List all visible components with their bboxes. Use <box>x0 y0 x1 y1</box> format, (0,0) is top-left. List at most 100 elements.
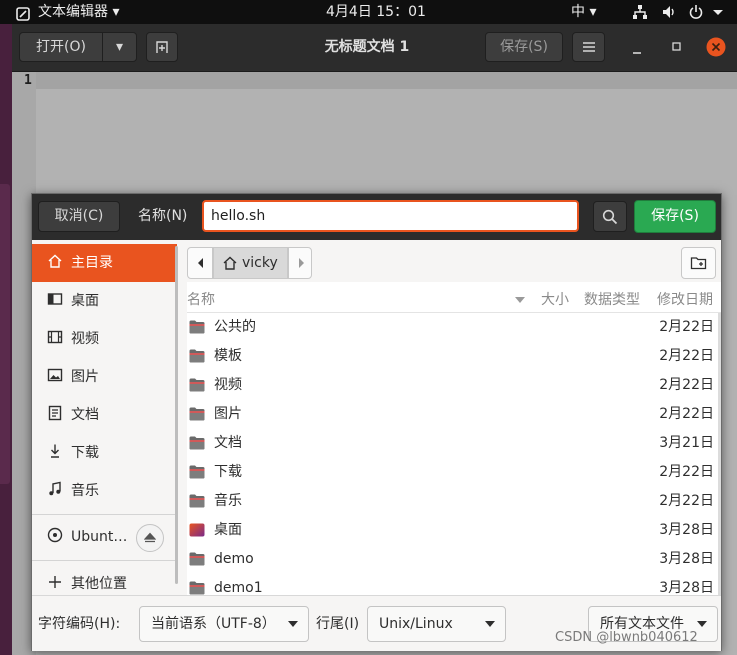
open-button[interactable]: 打开(O) <box>19 32 103 62</box>
filename-label: 名称(N) <box>138 208 188 224</box>
open-recent-dropdown[interactable]: ▾ <box>102 32 137 62</box>
file-name: 图片 <box>214 406 242 422</box>
hamburger-menu-button[interactable] <box>572 32 605 62</box>
pane-separator[interactable] <box>180 240 187 595</box>
line-ending-select[interactable]: Unix/Linux <box>367 606 506 642</box>
folder-icon <box>189 581 205 595</box>
file-row[interactable]: 桌面 3月28日 <box>187 516 721 545</box>
path-bar: vicky <box>187 240 721 282</box>
file-modified-date: 2月22日 <box>659 377 714 393</box>
sidebar-item-documents[interactable]: 文档 <box>32 396 177 434</box>
sidebar-item-videos[interactable]: 视频 <box>32 320 177 358</box>
text-area[interactable] <box>36 72 737 89</box>
maximize-button[interactable] <box>667 37 687 57</box>
app-menu[interactable]: 文本编辑器 ▾ <box>38 0 119 24</box>
folder-icon <box>189 552 205 566</box>
sidebar-item-home[interactable]: 主目录 <box>32 244 177 282</box>
encoding-label: 字符编码(H): <box>38 616 121 632</box>
text-editor-app-icon <box>16 5 30 21</box>
file-row[interactable]: 下载 2月22日 <box>187 458 721 487</box>
clock[interactable]: 4月4日 15：01 <box>326 0 426 24</box>
file-row[interactable]: 音乐 2月22日 <box>187 487 721 516</box>
file-row[interactable]: 模板 2月22日 <box>187 342 721 371</box>
folder-icon <box>189 494 205 508</box>
search-icon <box>602 209 618 225</box>
file-row[interactable]: 视频 2月22日 <box>187 371 721 400</box>
column-size[interactable]: 大小 <box>541 288 569 312</box>
eject-button[interactable] <box>136 524 164 552</box>
file-browser: vicky 名称 大小 数据类型 修改日期 公共的 2月22日 模板 2月22日 视频 2… <box>187 240 721 596</box>
close-button[interactable] <box>706 37 726 57</box>
file-modified-date: 2月22日 <box>659 464 714 480</box>
search-button[interactable] <box>593 201 627 232</box>
input-method-caret-icon: ▾ <box>589 4 597 20</box>
input-method-menu[interactable]: 中 ▾ <box>571 0 596 24</box>
picture-icon <box>47 360 63 382</box>
power-icon[interactable] <box>688 4 704 20</box>
path-forward-button[interactable] <box>288 247 312 279</box>
watermark: CSDN @lbwnb040612 <box>555 630 698 645</box>
path-back-button[interactable] <box>187 247 213 279</box>
document-icon <box>47 398 63 421</box>
encoding-select[interactable]: 当前语系（UTF-8） <box>139 606 309 642</box>
new-tab-button[interactable] <box>146 32 178 62</box>
column-header-row: 名称 大小 数据类型 修改日期 <box>187 288 721 313</box>
file-row[interactable]: demo 3月28日 <box>187 545 721 574</box>
chevron-left-icon <box>198 258 203 268</box>
filename-input[interactable] <box>202 200 579 232</box>
column-name[interactable]: 名称 <box>187 288 215 312</box>
file-row[interactable]: 文档 3月21日 <box>187 429 721 458</box>
chevron-down-icon: ▾ <box>115 39 124 55</box>
file-list-scrollbar[interactable] <box>718 313 721 595</box>
desktop-icon <box>47 284 63 305</box>
file-modified-date: 3月28日 <box>659 522 714 538</box>
eject-icon <box>144 532 156 543</box>
volume-icon[interactable] <box>661 4 677 20</box>
file-modified-date: 2月22日 <box>659 493 714 509</box>
download-icon <box>47 436 63 458</box>
chevron-down-icon <box>697 621 707 627</box>
sidebar-divider <box>32 514 177 515</box>
file-name: demo <box>214 551 254 567</box>
file-row[interactable]: 图片 2月22日 <box>187 400 721 429</box>
cancel-button[interactable]: 取消(C) <box>38 201 120 232</box>
dialog-save-button[interactable]: 保存(S) <box>634 200 716 233</box>
breadcrumb-home[interactable]: vicky <box>213 247 288 279</box>
minimize-icon <box>633 52 641 54</box>
file-row[interactable]: 公共的 2月22日 <box>187 313 721 342</box>
sidebar-item-desktop[interactable]: 桌面 <box>32 282 177 320</box>
sidebar-item-downloads[interactable]: 下载 <box>32 434 177 472</box>
sidebar-item-pictures[interactable]: 图片 <box>32 358 177 396</box>
document-title: 无标题文档 1 <box>324 39 410 55</box>
chevron-down-icon <box>288 621 298 627</box>
app-menu-caret-icon: ▾ <box>112 4 120 20</box>
sidebar-item-music[interactable]: 音乐 <box>32 472 177 510</box>
disc-icon <box>47 520 63 543</box>
top-bar: 文本编辑器 ▾ 4月4日 15：01 中 ▾ <box>0 0 737 24</box>
minimize-button[interactable] <box>627 34 647 60</box>
sidebar-scrollbar[interactable] <box>175 246 178 584</box>
folder-icon <box>189 465 205 479</box>
close-icon <box>706 37 726 57</box>
chevron-right-icon <box>299 258 304 268</box>
chevron-down-icon <box>485 621 495 627</box>
file-name: 桌面 <box>214 522 242 538</box>
menu-icon <box>582 42 595 52</box>
video-icon <box>47 322 63 344</box>
editor-save-button[interactable]: 保存(S) <box>485 32 563 62</box>
create-folder-button[interactable] <box>681 247 716 279</box>
network-icon[interactable] <box>632 4 648 20</box>
file-modified-date: 2月22日 <box>659 319 714 335</box>
column-modified[interactable]: 修改日期 <box>657 288 713 312</box>
music-icon <box>47 474 63 496</box>
places-sidebar: 主目录 桌面 视频 图片 文档 下载 音乐 Ubunt… 其他位置 <box>32 240 181 595</box>
column-type[interactable]: 数据类型 <box>584 288 640 312</box>
power-menu-caret-icon[interactable] <box>712 4 724 20</box>
file-name: 下载 <box>214 464 242 480</box>
save-file-dialog: 取消(C) 名称(N) 保存(S) 主目录 桌面 视频 图片 文档 下载 音乐 <box>31 193 722 651</box>
desktop-folder-icon <box>189 523 205 537</box>
line-ending-label: 行尾(I) <box>316 616 360 632</box>
file-name: 模板 <box>214 348 242 364</box>
maximize-icon <box>672 42 681 51</box>
file-name: 文档 <box>214 435 242 451</box>
